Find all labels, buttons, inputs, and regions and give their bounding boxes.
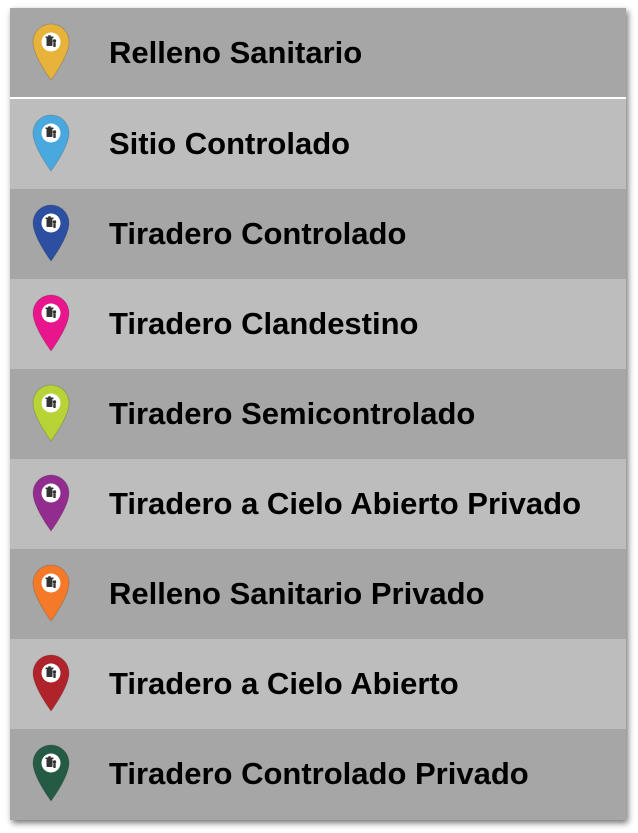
legend-item-label: Tiradero Semicontrolado [109,396,476,431]
map-pin-icon [31,293,71,353]
legend-item-sitio-controlado: Sitio Controlado [10,99,626,189]
legend-item-tiradero-semicontrolado: Tiradero Semicontrolado [10,369,626,459]
map-pin-icon [31,653,71,713]
legend-item-tiradero-controlado-privado: Tiradero Controlado Privado [10,729,626,819]
map-pin-icon [31,473,71,533]
legend-item-label: Relleno Sanitario Privado [109,576,485,611]
map-pin-icon [31,743,71,803]
legend-item-relleno-sanitario-privado: Relleno Sanitario Privado [10,549,626,639]
legend-item-tiradero-cielo-abierto: Tiradero a Cielo Abierto [10,639,626,729]
legend-item-label: Relleno Sanitario [109,35,363,70]
map-pin-icon [31,22,71,82]
legend-item-label: Tiradero Clandestino [109,306,419,341]
legend-item-label: Tiradero Controlado [109,216,407,251]
legend-item-label: Tiradero Controlado Privado [109,756,529,791]
legend-item-relleno-sanitario: Relleno Sanitario [10,8,626,98]
legend-item-label: Tiradero a Cielo Abierto Privado [109,486,582,521]
legend-item-tiradero-clandestino: Tiradero Clandestino [10,279,626,369]
legend-item-tiradero-controlado: Tiradero Controlado [10,189,626,279]
legend-item-label: Sitio Controlado [109,126,351,161]
legend-item-tiradero-cielo-abierto-privado: Tiradero a Cielo Abierto Privado [10,459,626,549]
map-pin-icon [31,563,71,623]
map-pin-icon [31,113,71,173]
map-pin-icon [31,383,71,443]
legend-panel: Relleno Sanitario Sitio Controlado Tirad… [10,8,626,820]
map-pin-icon [31,203,71,263]
legend-item-label: Tiradero a Cielo Abierto [109,666,459,701]
